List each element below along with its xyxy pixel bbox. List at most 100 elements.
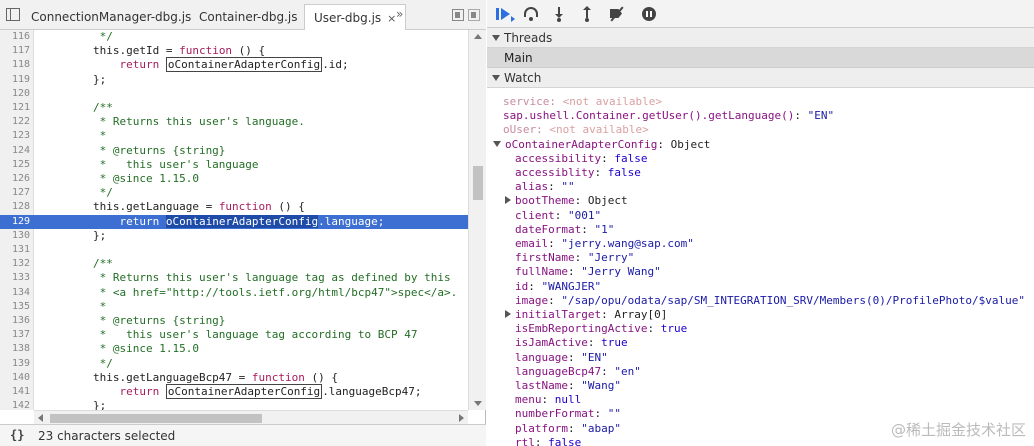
- horizontal-scrollbar[interactable]: [34, 410, 468, 424]
- tab-user-dbg[interactable]: User-dbg.js ×: [304, 4, 407, 30]
- watch-item[interactable]: accessiblity: false: [515, 166, 641, 180]
- line-number[interactable]: 142: [0, 399, 30, 410]
- line-number[interactable]: 139: [0, 357, 30, 371]
- watch-item[interactable]: numberFormat: "": [515, 407, 621, 421]
- code-line[interactable]: 118 return oContainerAdapterConfig .id;: [0, 57, 468, 73]
- line-number[interactable]: 137: [0, 328, 30, 342]
- code-line[interactable]: 128 this.getLanguage = function () {: [0, 200, 468, 214]
- watch-item[interactable]: oUser: <not available>: [503, 123, 649, 137]
- code-line[interactable]: 126 * @since 1.15.0: [0, 172, 468, 186]
- line-number[interactable]: 125: [0, 158, 30, 172]
- code-line[interactable]: 141 return oContainerAdapterConfig .langu…: [0, 384, 468, 399]
- watch-section-header[interactable]: Watch: [487, 68, 1034, 88]
- line-number[interactable]: 123: [0, 129, 30, 143]
- code-line[interactable]: 123 *: [0, 129, 468, 143]
- tab-overflow-icon[interactable]: »: [396, 7, 403, 21]
- line-number[interactable]: 136: [0, 314, 30, 328]
- line-number[interactable]: 117: [0, 44, 30, 58]
- line-number[interactable]: 126: [0, 172, 30, 186]
- watch-item[interactable]: email: "jerry.wang@sap.com": [515, 237, 694, 251]
- thread-main[interactable]: Main: [487, 48, 1034, 68]
- code-line[interactable]: 121 /**: [0, 101, 468, 115]
- code-line[interactable]: 119 };: [0, 73, 468, 87]
- code-line[interactable]: 127 */: [0, 186, 468, 200]
- watch-item[interactable]: isEmbReportingActive: true: [515, 322, 687, 336]
- watch-item[interactable]: image: "/sap/opu/odata/sap/SM_INTEGRATIO…: [515, 294, 1025, 308]
- code-line[interactable]: 142 };: [0, 399, 468, 410]
- horizontal-scroll-thumb[interactable]: [50, 414, 262, 423]
- line-number[interactable]: 133: [0, 271, 30, 285]
- scroll-right-icon[interactable]: [459, 414, 464, 422]
- scroll-down-icon[interactable]: [474, 401, 482, 406]
- code-line[interactable]: 125 * this user's language: [0, 158, 468, 172]
- threads-section-header[interactable]: Threads: [487, 28, 1034, 48]
- watch-item[interactable]: oContainerAdapterConfig: Object: [493, 138, 710, 152]
- line-number[interactable]: 128: [0, 200, 30, 214]
- code-line[interactable]: 134 * <a href="http://tools.ietf.org/htm…: [0, 286, 468, 300]
- vertical-scrollbar[interactable]: [468, 30, 486, 410]
- watch-item[interactable]: lastName: "Wang": [515, 379, 621, 393]
- navigator-toggle-icon[interactable]: [6, 8, 20, 21]
- code-line[interactable]: 140 this.getLanguageBcp47 = function () …: [0, 371, 468, 385]
- line-number[interactable]: 129: [0, 215, 30, 229]
- code-line[interactable]: 124 * @returns {string}: [0, 144, 468, 158]
- line-number[interactable]: 127: [0, 186, 30, 200]
- watch-item[interactable]: platform: "abap": [515, 422, 621, 436]
- code-line[interactable]: 130 };: [0, 229, 468, 243]
- watch-item[interactable]: service: <not available>: [503, 95, 662, 109]
- code-line[interactable]: 122 * Returns this user's language.: [0, 115, 468, 129]
- pause-on-exceptions-button[interactable]: [641, 6, 659, 22]
- pretty-print-button[interactable]: {}: [10, 428, 24, 442]
- line-number[interactable]: 121: [0, 101, 30, 115]
- watch-item[interactable]: firstName: "Jerry": [515, 251, 634, 265]
- line-number[interactable]: 116: [0, 30, 30, 44]
- expand-down-icon[interactable]: [493, 140, 501, 147]
- line-number[interactable]: 120: [0, 87, 30, 101]
- step-into-button[interactable]: [551, 6, 569, 22]
- line-number[interactable]: 119: [0, 73, 30, 87]
- code-line[interactable]: 116 */: [0, 30, 468, 44]
- line-number[interactable]: 124: [0, 144, 30, 158]
- scroll-up-icon[interactable]: [474, 34, 482, 39]
- line-number[interactable]: 130: [0, 229, 30, 243]
- code-line[interactable]: 135 *: [0, 300, 468, 314]
- code-line[interactable]: 139 */: [0, 357, 468, 371]
- line-number[interactable]: 135: [0, 300, 30, 314]
- debugger-sidebar-toggle-icon[interactable]: [452, 9, 464, 21]
- watch-item[interactable]: language: "EN": [515, 351, 608, 365]
- watch-item[interactable]: languageBcp47: "en": [515, 365, 641, 379]
- watch-item[interactable]: rtl: false: [515, 436, 581, 446]
- line-number[interactable]: 141: [0, 385, 30, 399]
- code-line[interactable]: 131: [0, 243, 468, 257]
- code-line[interactable]: 133 * Returns this user's language tag a…: [0, 271, 468, 285]
- watch-item[interactable]: isJamActive: true: [515, 336, 628, 350]
- watch-item[interactable]: id: "WANGJER": [515, 280, 601, 294]
- watch-item[interactable]: alias: "": [515, 180, 575, 194]
- resume-button[interactable]: [495, 6, 515, 22]
- deactivate-breakpoints-button[interactable]: [609, 6, 627, 22]
- code-line[interactable]: 137 * this user's language tag according…: [0, 328, 468, 342]
- code-line[interactable]: 117 this.getId = function () {: [0, 44, 468, 58]
- line-number[interactable]: 118: [0, 58, 30, 72]
- code-line[interactable]: 138 * @since 1.15.0: [0, 342, 468, 356]
- code-line[interactable]: 132 /**: [0, 257, 468, 271]
- watch-item[interactable]: fullName: "Jerry Wang": [515, 265, 661, 279]
- line-number[interactable]: 122: [0, 115, 30, 129]
- line-number[interactable]: 132: [0, 257, 30, 271]
- line-number[interactable]: 131: [0, 243, 30, 257]
- line-number[interactable]: 140: [0, 371, 30, 385]
- watch-item[interactable]: client: "001": [515, 209, 601, 223]
- vertical-scroll-thumb[interactable]: [473, 166, 483, 200]
- code-line[interactable]: 136 * @returns {string}: [0, 314, 468, 328]
- line-number[interactable]: 138: [0, 342, 30, 356]
- expand-right-icon[interactable]: [505, 310, 511, 318]
- scroll-left-icon[interactable]: [38, 414, 43, 422]
- code-line[interactable]: 129 return oContainerAdapterConfig.langu…: [0, 214, 468, 229]
- toggle-panel-icon[interactable]: [468, 9, 480, 21]
- watch-item[interactable]: sap.ushell.Container.getUser().getLangua…: [503, 109, 834, 123]
- tab-container[interactable]: Container-dbg.js: [190, 4, 306, 30]
- watch-item[interactable]: accessibility: false: [515, 152, 647, 166]
- tab-connectionmanager[interactable]: ConnectionManager-dbg.js: [22, 4, 200, 30]
- watch-item[interactable]: dateFormat: "1": [515, 223, 614, 237]
- watch-item[interactable]: menu: null: [515, 393, 581, 407]
